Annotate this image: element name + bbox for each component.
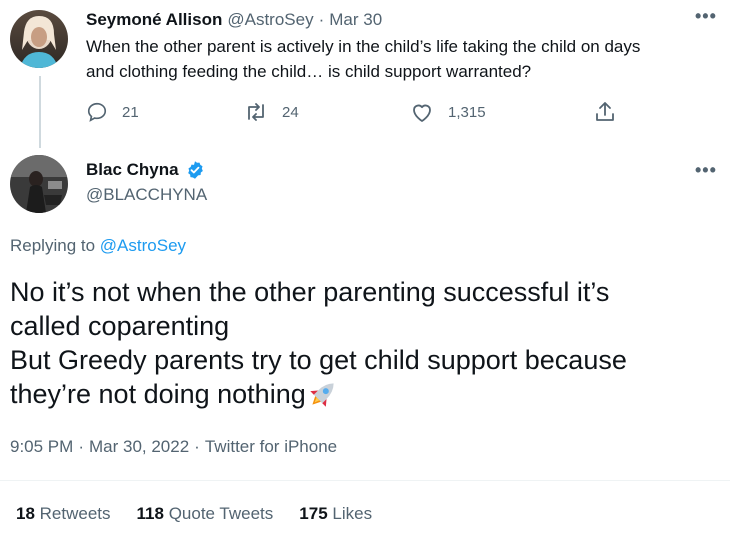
main-text-line-1: No it’s not when the other parenting suc… <box>10 277 610 307</box>
main-text-line-4-row: they’re not doing nothing <box>10 377 720 411</box>
share-icon <box>596 102 614 121</box>
main-text-line-4: they’re not doing nothing <box>10 379 306 409</box>
reply-icon <box>87 102 107 122</box>
replying-to: Replying to @AstroSey <box>10 236 186 256</box>
parent-separator: · <box>318 10 325 29</box>
tweet-time[interactable]: 9:05 PM <box>10 437 73 457</box>
parent-author-name[interactable]: Seymoné Allison <box>86 10 222 30</box>
parent-avatar[interactable] <box>10 10 68 68</box>
main-text-line-2: called coparenting <box>10 311 230 341</box>
tweet-meta: 9:05 PM · Mar 30, 2022 · Twitter for iPh… <box>10 437 337 457</box>
retweet-action[interactable]: 24 <box>244 101 299 123</box>
engagement-stats: 18 Retweets 118 Quote Tweets 175 Likes <box>16 504 398 524</box>
parent-date[interactable]: Mar 30 <box>329 10 382 30</box>
parent-more-icon[interactable]: ••• <box>695 6 717 27</box>
retweets-stat[interactable]: 18 Retweets <box>16 504 111 524</box>
like-count: 1,315 <box>448 103 486 121</box>
main-author-name[interactable]: Blac Chyna <box>86 160 179 180</box>
parent-author-handle[interactable]: @AstroSey <box>227 10 313 30</box>
meta-separator-2: · <box>194 437 200 456</box>
replying-to-prefix: Replying to <box>10 236 96 255</box>
main-author-row: Blac Chyna <box>86 160 205 180</box>
main-avatar[interactable] <box>10 155 68 213</box>
main-author-handle[interactable]: @BLACCHYNA <box>86 185 207 205</box>
heart-icon <box>413 104 431 122</box>
verified-badge-icon <box>187 161 203 179</box>
parent-header: Seymoné Allison @AstroSey · Mar 30 <box>86 10 382 30</box>
thread-connector-line <box>39 76 41 148</box>
meta-separator-1: · <box>78 437 84 456</box>
main-more-icon[interactable]: ••• <box>695 160 717 181</box>
parent-tweet-text: When the other parent is actively in the… <box>86 34 716 84</box>
reply-action[interactable]: 21 <box>86 101 139 123</box>
likes-stat[interactable]: 175 Likes <box>299 504 372 524</box>
quote-tweets-stat-count: 118 <box>136 504 164 523</box>
divider <box>0 480 730 481</box>
retweet-count: 24 <box>282 103 299 121</box>
quote-tweets-stat-label: Quote Tweets <box>168 504 274 523</box>
replying-to-handle-link[interactable]: @AstroSey <box>100 236 186 255</box>
retweets-stat-label: Retweets <box>39 504 111 523</box>
reply-count: 21 <box>122 103 139 121</box>
rocket-emoji-icon <box>310 383 334 407</box>
main-tweet-text: No it’s not when the other parenting suc… <box>10 275 720 411</box>
share-action[interactable] <box>594 100 630 124</box>
retweets-stat-count: 18 <box>16 504 35 523</box>
like-action[interactable]: 1,315 <box>410 101 486 123</box>
tweet-date[interactable]: Mar 30, 2022 <box>89 437 189 457</box>
likes-stat-count: 175 <box>299 504 328 523</box>
parent-text-line-2: and clothing feeding the child… is child… <box>86 62 532 81</box>
parent-text-line-1: When the other parent is actively in the… <box>86 37 641 56</box>
quote-tweets-stat[interactable]: 118 Quote Tweets <box>137 504 274 524</box>
likes-stat-label: Likes <box>332 504 373 523</box>
retweet-icon <box>248 103 264 121</box>
main-text-line-3: But Greedy parents try to get child supp… <box>10 345 627 375</box>
tweet-source[interactable]: Twitter for iPhone <box>205 437 337 457</box>
